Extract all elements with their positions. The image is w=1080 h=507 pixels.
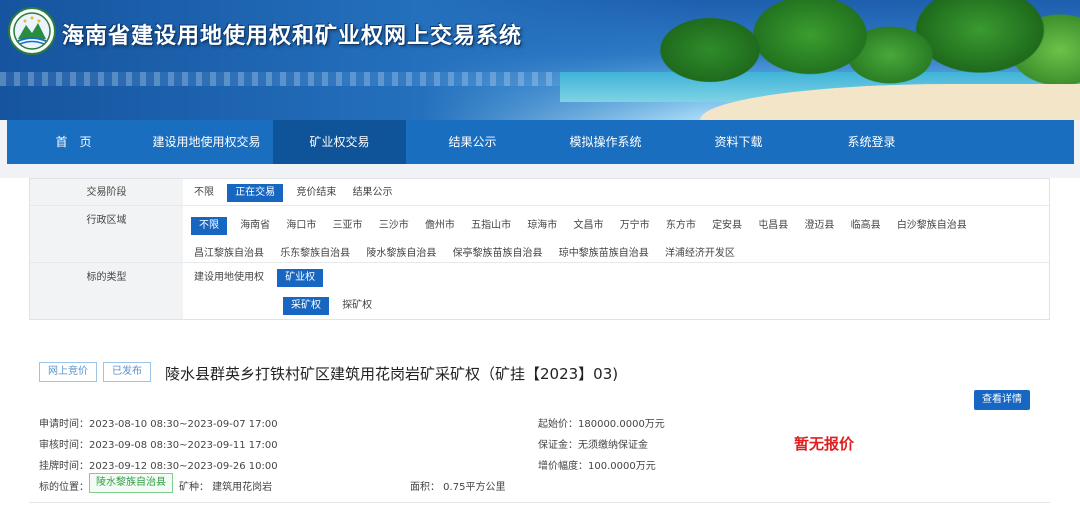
deposit: 保证金：无须缴纳保证金 <box>538 440 648 451</box>
nav-downloads[interactable]: 资料下载 <box>672 120 805 164</box>
filter-label-region: 行政区域 <box>30 206 183 262</box>
filter-panel: 交易阶段 不限 正在交易 竞价结束 结果公示 行政区域 不限 海南省 海口市 三… <box>29 178 1050 320</box>
banner-trees <box>640 0 1080 90</box>
region-option[interactable]: 定安县 <box>709 217 745 235</box>
filter-label-type: 标的类型 <box>30 263 183 319</box>
filter-row-stage: 交易阶段 不限 正在交易 竞价结束 结果公示 <box>30 179 1049 206</box>
region-option[interactable]: 三沙市 <box>376 217 412 235</box>
stage-option-ended[interactable]: 竞价结束 <box>293 184 339 202</box>
start-price: 起始价：180000.0000万元 <box>538 419 665 430</box>
location-tag: 陵水黎族自治县 <box>89 473 173 493</box>
mineral-type: 矿种： 建筑用花岗岩 <box>179 482 273 493</box>
nav-home[interactable]: 首 页 <box>7 120 140 164</box>
site-banner: 海南省建设用地使用权和矿业权网上交易系统 <box>0 0 1080 120</box>
region-option[interactable]: 洋浦经济开发区 <box>662 245 738 263</box>
type-option-mining[interactable]: 矿业权 <box>277 269 324 287</box>
nav-simulation-system[interactable]: 模拟操作系统 <box>539 120 672 164</box>
region-option[interactable]: 昌江黎族自治县 <box>191 245 267 263</box>
region-option[interactable]: 万宁市 <box>617 217 653 235</box>
stage-option-any[interactable]: 不限 <box>191 184 217 202</box>
nav-login[interactable]: 系统登录 <box>805 120 938 164</box>
site-title: 海南省建设用地使用权和矿业权网上交易系统 <box>62 24 523 49</box>
region-option[interactable]: 海口市 <box>283 217 319 235</box>
nav-wrapper: 首 页 建设用地使用权交易 矿业权交易 结果公示 模拟操作系统 资料下载 系统登… <box>0 120 1080 178</box>
location-label: 标的位置： <box>39 482 89 493</box>
filter-row-type: 标的类型 建设用地使用权 矿业权 采矿权 探矿权 <box>30 263 1049 319</box>
apply-time: 申请时间：2023-08-10 08:30~2023-09-07 17:00 <box>39 419 278 430</box>
price-increment: 增价幅度：100.0000万元 <box>538 461 656 472</box>
banner-skyline <box>0 72 620 86</box>
filter-options-region: 不限 海南省 海口市 三亚市 三沙市 儋州市 五指山市 琼海市 文昌市 万宁市 … <box>183 206 1049 262</box>
region-option[interactable]: 琼中黎族苗族自治县 <box>556 245 652 263</box>
filter-options-type: 建设用地使用权 矿业权 采矿权 探矿权 <box>183 263 1049 319</box>
stage-option-trading[interactable]: 正在交易 <box>227 184 284 202</box>
subtype-option-exploration-permit[interactable]: 探矿权 <box>339 297 375 315</box>
region-option[interactable]: 白沙黎族自治县 <box>894 217 970 235</box>
region-option[interactable]: 屯昌县 <box>755 217 791 235</box>
published-tag: 已发布 <box>103 362 151 382</box>
type-option-land-use[interactable]: 建设用地使用权 <box>191 269 267 287</box>
filter-row-region: 行政区域 不限 海南省 海口市 三亚市 三沙市 儋州市 五指山市 琼海市 文昌市… <box>30 206 1049 263</box>
view-details-button[interactable]: 查看详情 <box>974 390 1030 410</box>
listing-title[interactable]: 陵水县群英乡打铁村矿区建筑用花岗岩矿采矿权（矿挂【2023】03) <box>165 363 618 384</box>
listing-divider <box>29 502 1050 503</box>
region-option[interactable]: 澄迈县 <box>801 217 837 235</box>
listing-time: 挂牌时间：2023-09-12 08:30~2023-09-26 10:00 <box>39 461 278 472</box>
filter-label-stage: 交易阶段 <box>30 179 183 205</box>
region-option[interactable]: 琼海市 <box>524 217 560 235</box>
main-nav: 首 页 建设用地使用权交易 矿业权交易 结果公示 模拟操作系统 资料下载 系统登… <box>7 120 1074 164</box>
region-option-any[interactable]: 不限 <box>191 217 227 235</box>
filter-options-stage: 不限 正在交易 竞价结束 结果公示 <box>183 179 1049 205</box>
region-option[interactable]: 儋州市 <box>422 217 458 235</box>
online-bidding-tag: 网上竞价 <box>39 362 97 382</box>
stage-option-results[interactable]: 结果公示 <box>350 184 396 202</box>
region-option[interactable]: 海南省 <box>237 217 273 235</box>
quote-status: 暂无报价 <box>794 435 855 453</box>
region-option[interactable]: 乐东黎族自治县 <box>277 245 353 263</box>
nav-mining-rights-trading[interactable]: 矿业权交易 <box>273 120 406 164</box>
region-option[interactable]: 五指山市 <box>468 217 514 235</box>
nav-results-notice[interactable]: 结果公示 <box>406 120 539 164</box>
site-logo-icon[interactable] <box>8 7 56 55</box>
region-option[interactable]: 东方市 <box>663 217 699 235</box>
region-option[interactable]: 陵水黎族自治县 <box>363 245 439 263</box>
review-time: 审核时间：2023-09-08 08:30~2023-09-11 17:00 <box>39 440 278 451</box>
region-option[interactable]: 临高县 <box>848 217 884 235</box>
region-option[interactable]: 保亭黎族苗族自治县 <box>450 245 546 263</box>
nav-land-use-trading[interactable]: 建设用地使用权交易 <box>140 120 273 164</box>
area: 面积： 0.75平方公里 <box>410 482 506 493</box>
region-option[interactable]: 文昌市 <box>571 217 607 235</box>
region-option[interactable]: 三亚市 <box>330 217 366 235</box>
subtype-option-mining-permit[interactable]: 采矿权 <box>283 297 329 315</box>
